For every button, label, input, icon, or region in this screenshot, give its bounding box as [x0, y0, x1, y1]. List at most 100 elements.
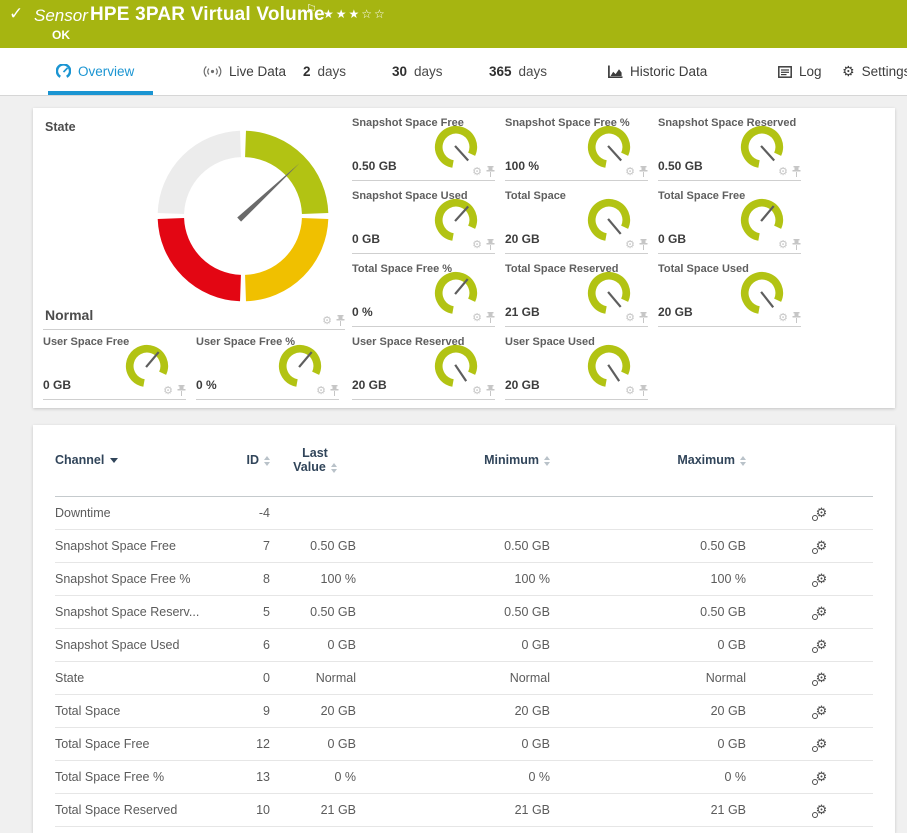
gear-icon[interactable]: ⚙ — [778, 239, 788, 250]
gear-icon[interactable]: ⚙ — [625, 312, 635, 323]
live-signal-icon — [203, 65, 222, 78]
column-header-minimum[interactable]: Minimum — [360, 425, 550, 496]
column-header-channel[interactable]: Channel — [55, 425, 215, 496]
tab-2-days[interactable]: 2 days — [303, 48, 346, 95]
gear-icon[interactable]: ⚙ — [778, 166, 788, 177]
gauge-needle — [608, 365, 619, 381]
channel-table-panel: Channel ID Last Value Minimum Maximum — [33, 425, 895, 833]
channel-minimum: 100 % — [360, 562, 550, 595]
gauge-cell: User Space Free % 0 % ⚙ — [196, 333, 339, 400]
channel-id: 6 — [215, 628, 270, 661]
gear-icon[interactable]: ⚙ — [625, 239, 635, 250]
table-row: Downtime -4 ⚙ — [55, 496, 873, 529]
pin-icon[interactable] — [639, 385, 648, 396]
channel-gauge-value: 20 GB — [505, 378, 540, 392]
channel-settings-gear-icon[interactable]: ⚙ — [816, 771, 828, 784]
channel-name: Total Space Free % — [55, 760, 215, 793]
channel-minimum: 20 GB — [360, 694, 550, 727]
column-header-maximum[interactable]: Maximum — [550, 425, 746, 496]
state-gauge-cell: State Normal ⚙ — [43, 114, 345, 330]
channel-gauge — [433, 343, 479, 389]
channel-settings-gear-icon[interactable]: ⚙ — [816, 507, 828, 520]
tab-30-days[interactable]: 30 days — [392, 48, 443, 95]
gauge-needle — [761, 206, 774, 221]
tab-number: 2 — [303, 64, 311, 79]
channel-gauge-title: Total Space Free — [658, 190, 745, 202]
channel-id: 9 — [215, 694, 270, 727]
pin-icon[interactable] — [486, 239, 495, 250]
tab-overview[interactable]: Overview — [48, 48, 153, 95]
gear-icon[interactable]: ⚙ — [472, 312, 482, 323]
channel-maximum: 0 GB — [550, 727, 746, 760]
pin-icon[interactable] — [792, 239, 801, 250]
gauge-needle — [608, 292, 621, 307]
channel-name: Snapshot Space Free % — [55, 562, 215, 595]
channel-last-value: 0 GB — [270, 628, 360, 661]
gauge-needle — [608, 146, 621, 161]
channel-settings-gear-icon[interactable]: ⚙ — [816, 705, 828, 718]
pin-icon[interactable] — [639, 239, 648, 250]
priority-stars[interactable]: ★★★☆☆ — [323, 7, 387, 21]
pin-icon[interactable] — [336, 315, 345, 326]
object-kind-label: Sensor — [34, 6, 88, 26]
pin-icon[interactable] — [639, 312, 648, 323]
channel-settings-gear-icon[interactable]: ⚙ — [816, 639, 828, 652]
pin-icon[interactable] — [486, 166, 495, 177]
gear-icon[interactable]: ⚙ — [778, 312, 788, 323]
channel-last-value: 0.50 GB — [270, 529, 360, 562]
sort-desc-icon — [110, 458, 118, 463]
tab-log[interactable]: Log — [778, 48, 822, 95]
pin-icon[interactable] — [177, 385, 186, 396]
pin-icon[interactable] — [792, 312, 801, 323]
sensor-title: HPE 3PAR Virtual Volume — [90, 4, 325, 26]
channel-id: 7 — [215, 529, 270, 562]
channel-maximum — [550, 496, 746, 529]
column-header-settings — [746, 425, 873, 496]
channel-settings-gear-icon[interactable]: ⚙ — [816, 738, 828, 751]
channel-gauge — [433, 124, 479, 170]
gear-icon[interactable]: ⚙ — [472, 385, 482, 396]
flag-icon[interactable]: ⚐ — [306, 2, 317, 16]
gear-icon[interactable]: ⚙ — [472, 239, 482, 250]
pin-icon[interactable] — [792, 166, 801, 177]
channel-gauge — [586, 197, 632, 243]
tab-settings[interactable]: ⚙ Settings — [842, 48, 907, 95]
pin-icon[interactable] — [486, 385, 495, 396]
pin-icon[interactable] — [639, 166, 648, 177]
channel-minimum: 0 % — [360, 760, 550, 793]
tab-live-data[interactable]: Live Data — [203, 48, 286, 95]
gear-icon[interactable]: ⚙ — [625, 166, 635, 177]
overview-gauges-panel: State Normal ⚙ Snapshot Space Free 0.50 … — [33, 108, 895, 408]
column-label: Value — [293, 460, 326, 474]
table-row: Snapshot Space Free 7 0.50 GB 0.50 GB 0.… — [55, 529, 873, 562]
gauge-cell: Snapshot Space Used 0 GB ⚙ — [352, 187, 495, 254]
channel-maximum: 0.50 GB — [550, 595, 746, 628]
gear-icon[interactable]: ⚙ — [472, 166, 482, 177]
channel-settings-gear-icon[interactable]: ⚙ — [816, 573, 828, 586]
gear-icon[interactable]: ⚙ — [316, 385, 326, 396]
channel-minimum: 0.50 GB — [360, 529, 550, 562]
tab-historic-data[interactable]: Historic Data — [608, 48, 707, 95]
table-row: State 0 Normal Normal Normal ⚙ — [55, 661, 873, 694]
column-header-id[interactable]: ID — [215, 425, 270, 496]
tab-365-days[interactable]: 365 days — [489, 48, 547, 95]
channel-settings-gear-icon[interactable]: ⚙ — [816, 540, 828, 553]
channel-settings-gear-icon[interactable]: ⚙ — [816, 804, 828, 817]
channel-gauge — [739, 124, 785, 170]
pin-icon[interactable] — [330, 385, 339, 396]
column-header-last-value[interactable]: Last Value — [270, 425, 360, 496]
pin-icon[interactable] — [486, 312, 495, 323]
gauge-needle — [455, 365, 466, 381]
gear-icon[interactable]: ⚙ — [322, 315, 332, 326]
channel-settings-gear-icon[interactable]: ⚙ — [816, 672, 828, 685]
table-header-row: Channel ID Last Value Minimum Maximum — [55, 425, 873, 496]
gauge-needle — [761, 292, 773, 307]
channel-id: -4 — [215, 496, 270, 529]
gauge-cell: Snapshot Space Reserved 0.50 GB ⚙ — [658, 114, 801, 181]
channel-maximum: 0 % — [550, 760, 746, 793]
gear-icon[interactable]: ⚙ — [163, 385, 173, 396]
gear-icon[interactable]: ⚙ — [625, 385, 635, 396]
gauge-cell: User Space Used 20 GB ⚙ — [505, 333, 648, 400]
channel-settings-gear-icon[interactable]: ⚙ — [816, 606, 828, 619]
channel-gauge — [586, 343, 632, 389]
